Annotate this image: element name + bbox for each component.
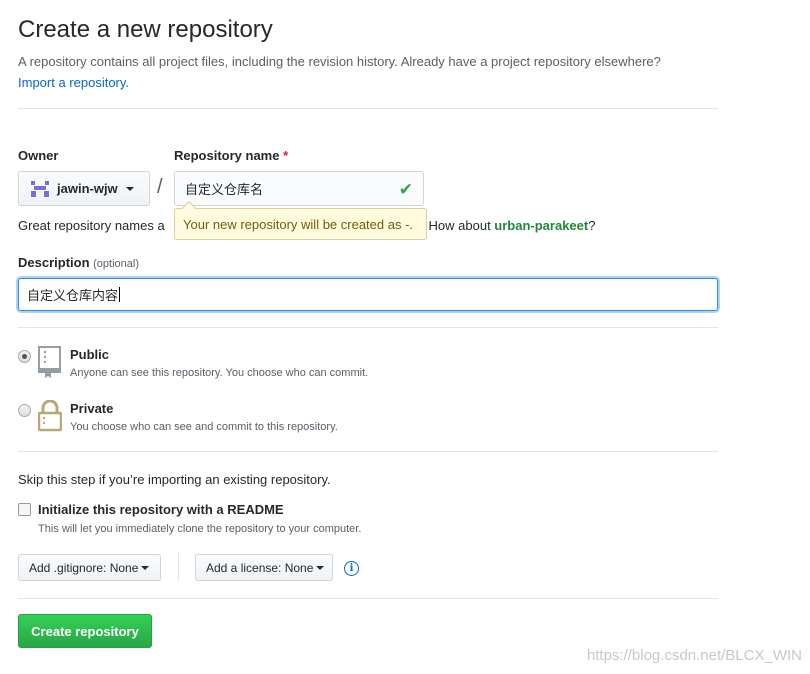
gitignore-label: Add .gitignore: None	[29, 560, 139, 575]
repo-name-label: Repository name *	[174, 148, 288, 163]
divider	[18, 598, 718, 599]
readme-desc: This will let you immediately clone the …	[38, 523, 362, 535]
repo-name-value: 自定义仓库名	[185, 182, 264, 197]
owner-value: jawin-wjw	[57, 181, 118, 196]
text-cursor	[119, 287, 121, 302]
page-subtitle: A repository contains all project files,…	[18, 51, 718, 93]
vertical-divider	[178, 553, 179, 581]
divider	[18, 327, 718, 328]
license-label: Add a license: None	[206, 560, 314, 575]
private-radio[interactable]	[18, 404, 31, 417]
skip-text: Skip this step if you’re importing an ex…	[18, 472, 331, 487]
hint-suffix: ? How about	[417, 218, 495, 233]
owner-label: Owner	[18, 148, 59, 163]
required-mark: *	[283, 148, 289, 163]
repo-name-input[interactable]: 自定义仓库名 ✔	[174, 171, 424, 206]
divider	[18, 108, 718, 109]
caret-down-icon	[316, 565, 325, 570]
import-repository-link[interactable]: Import a repository.	[18, 75, 129, 90]
description-input[interactable]: 自定义仓库内容	[18, 278, 718, 311]
description-label: Description (optional)	[18, 255, 139, 270]
hint-prefix: Great repository names a	[18, 218, 165, 233]
subtitle-text: A repository contains all project files,…	[18, 54, 661, 69]
public-title: Public	[70, 347, 110, 362]
public-desc: Anyone can see this repository. You choo…	[70, 367, 369, 379]
check-icon: ✔	[398, 180, 413, 199]
watermark: https://blog.csdn.net/BLCX_WIN	[586, 647, 802, 664]
public-radio[interactable]	[18, 350, 31, 363]
suggested-name-link[interactable]: urban-parakeet	[494, 218, 588, 233]
separator: /	[157, 176, 163, 198]
readme-label[interactable]: Initialize this repository with a README	[38, 502, 284, 517]
repo-name-label-text: Repository name	[174, 148, 280, 163]
name-tooltip: Your new repository will be created as -…	[174, 208, 427, 240]
avatar-icon	[31, 180, 49, 197]
gitignore-dropdown[interactable]: Add .gitignore: None	[18, 554, 161, 581]
create-repository-button[interactable]: Create repository	[18, 614, 152, 648]
page-title: Create a new repository	[18, 16, 273, 43]
repo-book-icon	[38, 346, 61, 378]
optional-tag: (optional)	[93, 258, 139, 270]
private-desc: You choose who can see and commit to thi…	[70, 421, 338, 433]
divider	[18, 451, 718, 452]
description-label-text: Description	[18, 255, 90, 270]
readme-checkbox[interactable]	[18, 503, 31, 516]
caret-down-icon	[141, 565, 150, 570]
caret-down-icon	[125, 186, 134, 191]
owner-dropdown[interactable]: jawin-wjw	[18, 171, 150, 206]
info-icon[interactable]: i	[344, 561, 359, 576]
lock-icon	[38, 400, 62, 432]
description-value: 自定义仓库内容	[27, 288, 119, 303]
hint-end: ?	[588, 218, 596, 233]
private-title: Private	[70, 401, 114, 416]
license-dropdown[interactable]: Add a license: None	[195, 554, 333, 581]
